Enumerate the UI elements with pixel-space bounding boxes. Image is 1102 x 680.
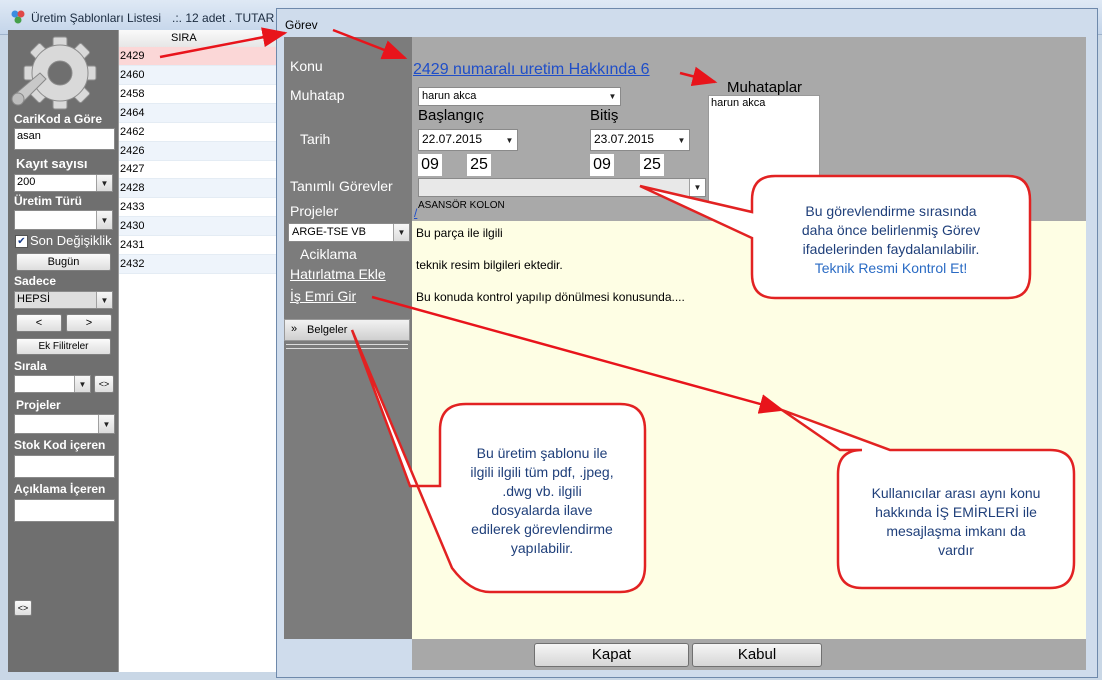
callout-3-text: Kullanıcılar arası aynı konu hakkında İŞ…: [871, 485, 1041, 558]
callout-2-text: Bu üretim şablonu ile ilgili ilgili tüm …: [470, 445, 614, 556]
callout-1-highlight: Teknik Resmi Kontrol Et!: [814, 260, 968, 276]
callout-shapes: [350, 174, 1076, 594]
callout-1-text: Bu görevlendirme sırasında daha önce bel…: [766, 202, 1016, 278]
